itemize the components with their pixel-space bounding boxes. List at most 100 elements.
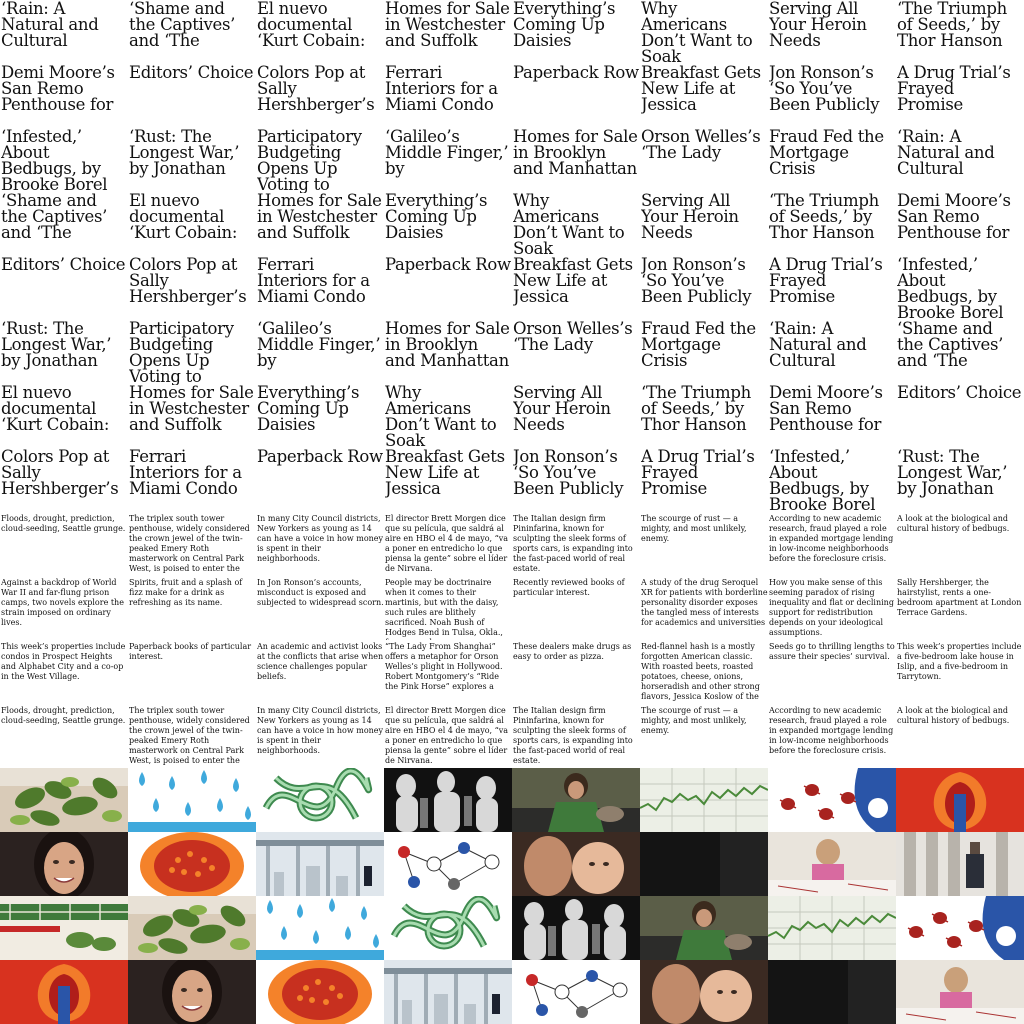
headline-link[interactable]: Colors Pop at Sally Hershberger’s [129,257,255,321]
headline-link[interactable]: Serving All Your Heroin Needs [641,193,767,257]
headline-link[interactable]: ‘Rust: The Longest War,’ by Jonathan [897,449,1023,513]
headline-link[interactable]: Ferrari Interiors for a Miami Condo [129,449,255,513]
headline-link[interactable]: Everything’s Coming Up Daisies [385,193,511,257]
woman-with-cat-photo[interactable] [512,768,640,832]
headline-link[interactable]: ‘Rain: A Natural and Cultural [1,1,127,65]
dark-photo-graphic [768,960,896,1024]
dark-photo[interactable] [768,960,896,1024]
headline-link[interactable]: Jon Ronson’s ‘So You’ve Been Publicly [769,65,895,129]
red-seed-illustration[interactable] [0,960,128,1024]
penthouse-terrace-photo[interactable] [256,832,384,896]
headline-link[interactable]: Paperback Row [513,65,639,129]
child-at-table-photo[interactable] [896,960,1024,1024]
headline-link[interactable]: Breakfast Gets New Life at Jessica [513,257,639,321]
headline-link[interactable]: Editors’ Choice [897,385,1023,449]
rain-drops-illustration[interactable] [128,768,256,832]
demi-moore-portrait[interactable] [0,832,128,896]
headline-link[interactable]: Demi Moore’s San Remo Penthouse for [1,65,127,129]
headline-link[interactable]: ‘Shame and the Captives’ and ‘The [897,321,1023,385]
headline-link[interactable]: Homes for Sale in Westchester and Suffol… [385,1,511,65]
headline-link[interactable]: Orson Welles’s ‘The Lady [641,129,767,193]
headline-link[interactable]: Everything’s Coming Up Daisies [257,385,383,449]
orange-seed-illustration[interactable] [256,960,384,1024]
headline-link[interactable]: Breakfast Gets New Life at Jessica [641,65,767,129]
headline-link[interactable]: ‘Shame and the Captives’ and ‘The [1,193,127,257]
headline-link[interactable]: Breakfast Gets New Life at Jessica [385,449,511,513]
dancers-photo[interactable] [512,896,640,960]
headline-link[interactable]: ‘Galileo’s Middle Finger,’ by [385,129,511,193]
headline-link[interactable]: Why Americans Don’t Want to Soak [385,385,511,449]
headline-link[interactable]: ‘Rust: The Longest War,’ by Jonathan [129,129,255,193]
dark-photo[interactable] [640,832,768,896]
headline-link[interactable]: ‘Infested,’ About Bedbugs, by Brooke Bor… [897,257,1023,321]
headline-link[interactable]: ‘Infested,’ About Bedbugs, by Brooke Bor… [1,129,127,193]
headline-link[interactable]: Everything’s Coming Up Daisies [513,1,639,65]
network-diagram-illustration[interactable] [512,960,640,1024]
headline-link[interactable]: ‘The Triumph of Seeds,’ by Thor Hanson [769,193,895,257]
headline-link[interactable]: Colors Pop at Sally Hershberger’s [1,449,127,513]
headline-link[interactable]: Homes for Sale in Brooklyn and Manhattan [513,129,639,193]
headline-link[interactable]: Homes for Sale in Westchester and Suffol… [257,193,383,257]
stock-chart-image[interactable] [640,768,768,832]
red-seed-illustration[interactable] [896,768,1024,832]
basil-jar-photo[interactable] [128,896,256,960]
headline-link[interactable]: Jon Ronson’s ‘So You’ve Been Publicly [513,449,639,513]
headline-link[interactable]: Serving All Your Heroin Needs [513,385,639,449]
headline-link[interactable]: A Drug Trial’s Frayed Promise [897,65,1023,129]
penthouse-terrace-photo[interactable] [384,960,512,1024]
headline-link[interactable]: ‘Galileo’s Middle Finger,’ by [257,321,383,385]
headline-link[interactable]: ‘Rain: A Natural and Cultural [769,321,895,385]
headline-link[interactable]: El nuevo documental ‘Kurt Cobain: [257,1,383,65]
headline-link[interactable]: Homes for Sale in Westchester and Suffol… [129,385,255,449]
orange-seed-illustration[interactable] [128,832,256,896]
headline-link[interactable]: Serving All Your Heroin Needs [769,1,895,65]
green-knot-illustration[interactable] [256,768,384,832]
headline-link[interactable]: Ferrari Interiors for a Miami Condo [257,257,383,321]
garden-illustration[interactable] [0,896,128,960]
woman-with-cat-photo-graphic [512,768,640,832]
headline-link[interactable]: Why Americans Don’t Want to Soak [513,193,639,257]
headline-link[interactable]: Participatory Budgeting Opens Up Voting … [257,129,383,193]
headline-link[interactable]: Jon Ronson’s ‘So You’ve Been Publicly [641,257,767,321]
network-diagram-illustration[interactable] [384,832,512,896]
headline-link[interactable]: Demi Moore’s San Remo Penthouse for [897,193,1023,257]
headline-link[interactable]: El nuevo documental ‘Kurt Cobain: [129,193,255,257]
headline-link[interactable]: ‘Rain: A Natural and Cultural [897,129,1023,193]
headline-link[interactable]: Homes for Sale in Brooklyn and Manhattan [385,321,511,385]
headline-link[interactable]: Paperback Row [385,257,511,321]
headline-link[interactable]: ‘Rust: The Longest War,’ by Jonathan [1,321,127,385]
headline-link[interactable]: Editors’ Choice [129,65,255,129]
headline-link[interactable]: A Drug Trial’s Frayed Promise [641,449,767,513]
headline-link[interactable]: ‘Infested,’ About Bedbugs, by Brooke Bor… [769,449,895,513]
bedbugs-illustration[interactable] [896,896,1024,960]
headline-link[interactable]: A Drug Trial’s Frayed Promise [769,257,895,321]
headline-link[interactable]: ‘The Triumph of Seeds,’ by Thor Hanson [641,385,767,449]
headline-link[interactable]: Orson Welles’s ‘The Lady [513,321,639,385]
green-knot-illustration[interactable] [384,896,512,960]
rain-drops-illustration[interactable] [256,896,384,960]
headline-link[interactable]: El nuevo documental ‘Kurt Cobain: [1,385,127,449]
man-in-colonnade-photo[interactable] [896,832,1024,896]
headline-link[interactable]: ‘The Triumph of Seeds,’ by Thor Hanson [897,1,1023,65]
mother-and-baby-photo[interactable] [512,832,640,896]
headline-link[interactable]: Colors Pop at Sally Hershberger’s [257,65,383,129]
child-at-table-photo[interactable] [768,832,896,896]
headline-link[interactable]: Fraud Fed the Mortgage Crisis [769,129,895,193]
stock-chart-image[interactable] [768,896,896,960]
bedbugs-illustration[interactable] [768,768,896,832]
headline-link[interactable]: Paperback Row [257,449,383,513]
headline-link[interactable]: Fraud Fed the Mortgage Crisis [641,321,767,385]
woman-with-cat-photo[interactable] [640,896,768,960]
headline-link[interactable]: Participatory Budgeting Opens Up Voting … [129,321,255,385]
mother-and-baby-photo[interactable] [640,960,768,1024]
article-summary: El director Brett Morgen dice que su pel… [385,706,508,765]
headline-link[interactable]: Ferrari Interiors for a Miami Condo [385,65,511,129]
headline-link[interactable]: Demi Moore’s San Remo Penthouse for [769,385,895,449]
demi-moore-portrait[interactable] [128,960,256,1024]
headline-link[interactable]: Why Americans Don’t Want to Soak [641,1,767,65]
basil-jar-photo[interactable] [0,768,128,832]
dancers-photo[interactable] [384,768,512,832]
headline-link[interactable]: ‘Shame and the Captives’ and ‘The [129,1,255,65]
man-in-colonnade-photo-graphic [896,832,1024,896]
headline-link[interactable]: Editors’ Choice [1,257,127,321]
